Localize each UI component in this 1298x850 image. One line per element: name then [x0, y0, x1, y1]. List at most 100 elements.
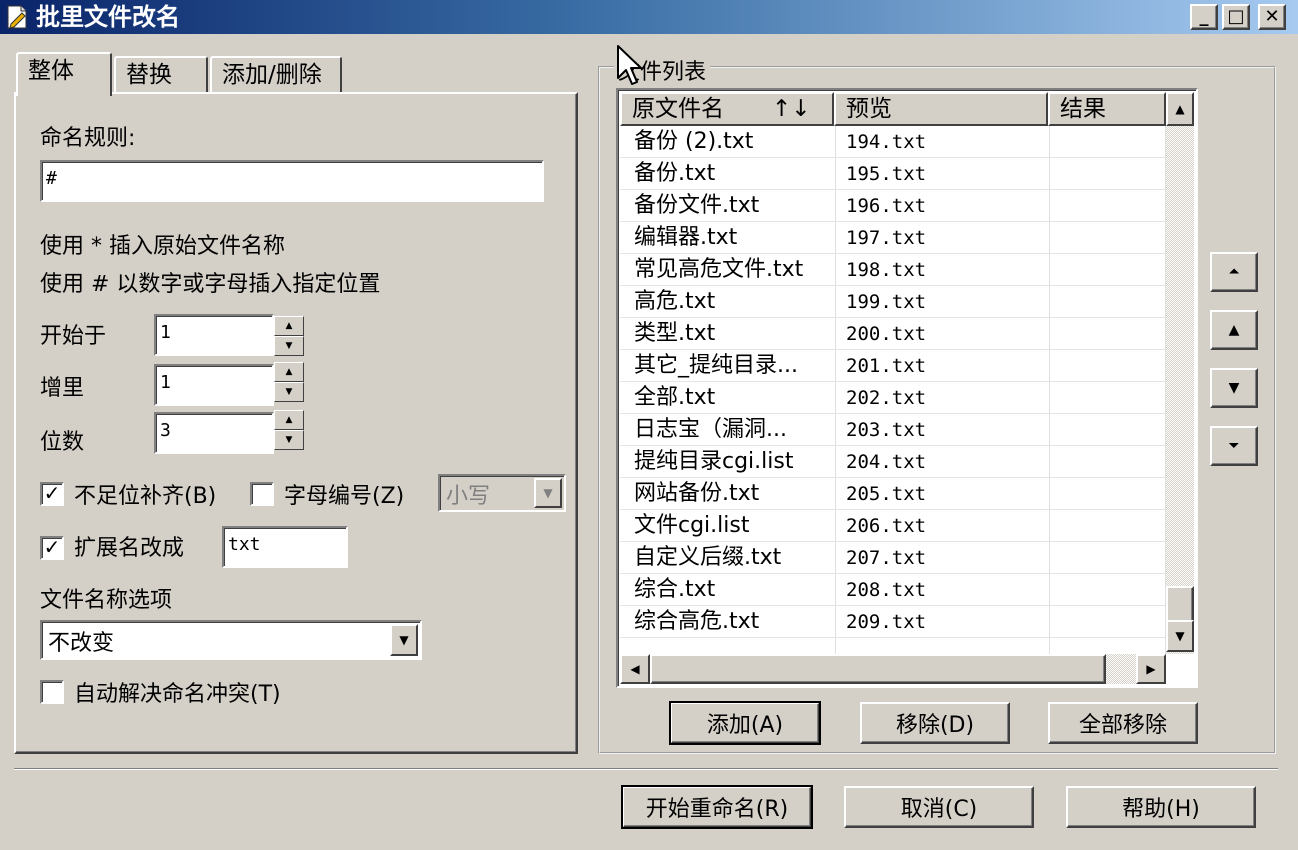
- document-pencil-icon: [7, 5, 27, 29]
- table-row[interactable]: 常见高危文件.txt 198.txt: [620, 254, 1166, 286]
- file-list-view[interactable]: 原文件名 ↑↓ 预览 结果 备份 (2).txt 194.txt 备份.txt 195…: [616, 88, 1198, 688]
- tab-label: 整体: [28, 58, 74, 84]
- original-filename-cell: 其它_提纯目录...: [620, 350, 836, 382]
- hint-asterisk: 使用 * 插入原始文件名称: [40, 234, 285, 259]
- horizontal-scroll-thumb[interactable]: [650, 654, 1106, 684]
- scroll-right-icon[interactable]: ▶: [1136, 654, 1166, 684]
- original-filename-cell: 备份 (2).txt: [620, 126, 836, 158]
- result-cell: [1050, 510, 1166, 542]
- result-cell: [1050, 606, 1166, 638]
- pad-checkbox[interactable]: ✓: [40, 482, 64, 506]
- preview-filename-cell: 203.txt: [836, 414, 1050, 446]
- digits-label: 位数: [40, 430, 85, 455]
- preview-filename-cell: 195.txt: [836, 158, 1050, 190]
- spin-up-icon[interactable]: ▲: [274, 410, 304, 430]
- result-cell: [1050, 254, 1166, 286]
- preview-filename-cell: 198.txt: [836, 254, 1050, 286]
- dropdown-arrow-icon[interactable]: ▼: [534, 478, 562, 508]
- naming-rule-input[interactable]: #: [40, 160, 544, 202]
- table-row[interactable]: 综合.txt 208.txt: [620, 574, 1166, 606]
- maximize-button[interactable]: □: [1222, 4, 1250, 30]
- move-bottom-button[interactable]: ⏷: [1210, 426, 1258, 466]
- start-rename-label: 开始重命名(R): [645, 797, 789, 822]
- spin-up-icon[interactable]: ▲: [274, 316, 304, 336]
- preview-filename-cell: 202.txt: [836, 382, 1050, 414]
- table-row[interactable]: 备份 (2).txt 194.txt: [620, 126, 1166, 158]
- table-row[interactable]: 备份.txt 195.txt: [620, 158, 1166, 190]
- filename-option-select[interactable]: 不改变 ▼: [40, 620, 422, 660]
- original-filename-cell: 网站备份.txt: [620, 478, 836, 510]
- spin-up-icon[interactable]: ▲: [274, 362, 304, 382]
- table-row[interactable]: 类型.txt 200.txt: [620, 318, 1166, 350]
- move-up-button[interactable]: ▲: [1210, 310, 1258, 350]
- start-spinner[interactable]: ▲ ▼: [274, 316, 304, 356]
- scroll-left-icon[interactable]: ◀: [620, 654, 650, 684]
- table-row[interactable]: 日志宝（漏洞... 203.txt: [620, 414, 1166, 446]
- preview-filename-cell: 197.txt: [836, 222, 1050, 254]
- table-row[interactable]: 文件cgi.list 206.txt: [620, 510, 1166, 542]
- move-down-button[interactable]: ▼: [1210, 368, 1258, 408]
- extension-checkbox[interactable]: ✓: [40, 536, 64, 560]
- move-top-button[interactable]: ⏶: [1210, 252, 1258, 292]
- letter-numbering-checkbox[interactable]: [250, 482, 274, 506]
- dropdown-arrow-icon[interactable]: ▼: [390, 624, 418, 656]
- spin-down-icon[interactable]: ▼: [274, 336, 304, 356]
- column-result[interactable]: 结果: [1048, 92, 1166, 126]
- digits-spinner[interactable]: ▲ ▼: [274, 410, 304, 450]
- separator: [14, 768, 1278, 770]
- result-cell: [1050, 190, 1166, 222]
- help-button[interactable]: 帮助(H): [1066, 786, 1256, 828]
- title-bar[interactable]: 批里文件改名 _ □ ✕: [0, 0, 1298, 34]
- increment-value: 1: [160, 372, 171, 393]
- table-row[interactable]: 网站备份.txt 205.txt: [620, 478, 1166, 510]
- filename-option-value: 不改变: [48, 631, 115, 656]
- start-label: 开始于: [40, 324, 107, 349]
- start-rename-button[interactable]: 开始重命名(R): [621, 785, 813, 829]
- tab-add-delete[interactable]: 添加/删除: [210, 56, 342, 94]
- extension-input[interactable]: txt: [222, 526, 348, 568]
- horizontal-scrollbar[interactable]: [620, 654, 1166, 684]
- column-original-name[interactable]: 原文件名 ↑↓: [620, 92, 834, 126]
- spin-down-icon[interactable]: ▼: [274, 430, 304, 450]
- remove-button[interactable]: 移除(D): [860, 702, 1010, 744]
- result-cell: [1050, 318, 1166, 350]
- table-row[interactable]: 高危.txt 199.txt: [620, 286, 1166, 318]
- table-row[interactable]: 备份文件.txt 196.txt: [620, 190, 1166, 222]
- table-row[interactable]: 综合高危.txt 209.txt: [620, 606, 1166, 638]
- result-cell: [1050, 542, 1166, 574]
- table-row[interactable]: 提纯目录cgi.list 204.txt: [620, 446, 1166, 478]
- move-top-icon: ⏶: [1228, 264, 1240, 280]
- start-input[interactable]: 1: [154, 314, 274, 356]
- minimize-icon: _: [1199, 6, 1209, 27]
- increment-input[interactable]: 1: [154, 364, 274, 406]
- empty-cell: [836, 638, 1050, 654]
- column-preview[interactable]: 预览: [834, 92, 1048, 126]
- vertical-scrollbar[interactable]: [1166, 126, 1194, 654]
- minimize-button[interactable]: _: [1190, 4, 1218, 30]
- preview-filename-cell: 204.txt: [836, 446, 1050, 478]
- original-filename-cell: 常见高危文件.txt: [620, 254, 836, 286]
- scroll-down-icon[interactable]: ▼: [1166, 620, 1194, 652]
- spin-down-icon[interactable]: ▼: [274, 382, 304, 402]
- list-rows: 备份 (2).txt 194.txt 备份.txt 195.txt 备份文件.txt 19…: [620, 126, 1166, 654]
- letter-numbering-label: 字母编号(Z): [284, 484, 405, 509]
- result-cell: [1050, 286, 1166, 318]
- cancel-button[interactable]: 取消(C): [844, 786, 1034, 828]
- table-row[interactable]: 全部.txt 202.txt: [620, 382, 1166, 414]
- digits-input[interactable]: 3: [154, 412, 274, 454]
- remove-all-button[interactable]: 全部移除: [1048, 702, 1198, 744]
- original-filename-cell: 全部.txt: [620, 382, 836, 414]
- add-button[interactable]: 添加(A): [669, 701, 821, 745]
- table-row[interactable]: 编辑器.txt 197.txt: [620, 222, 1166, 254]
- scroll-up-icon[interactable]: ▲: [1166, 92, 1194, 126]
- filename-option-label: 文件名称选项: [40, 588, 173, 613]
- close-button[interactable]: ✕: [1258, 4, 1286, 30]
- digits-value: 3: [160, 420, 171, 441]
- auto-resolve-checkbox[interactable]: [40, 680, 64, 704]
- increment-spinner[interactable]: ▲ ▼: [274, 362, 304, 402]
- table-row[interactable]: 其它_提纯目录... 201.txt: [620, 350, 1166, 382]
- tab-replace[interactable]: 替换: [114, 56, 208, 94]
- tab-general[interactable]: 整体: [16, 52, 112, 96]
- case-select[interactable]: 小写 ▼: [438, 474, 566, 512]
- table-row[interactable]: 自定义后缀.txt 207.txt: [620, 542, 1166, 574]
